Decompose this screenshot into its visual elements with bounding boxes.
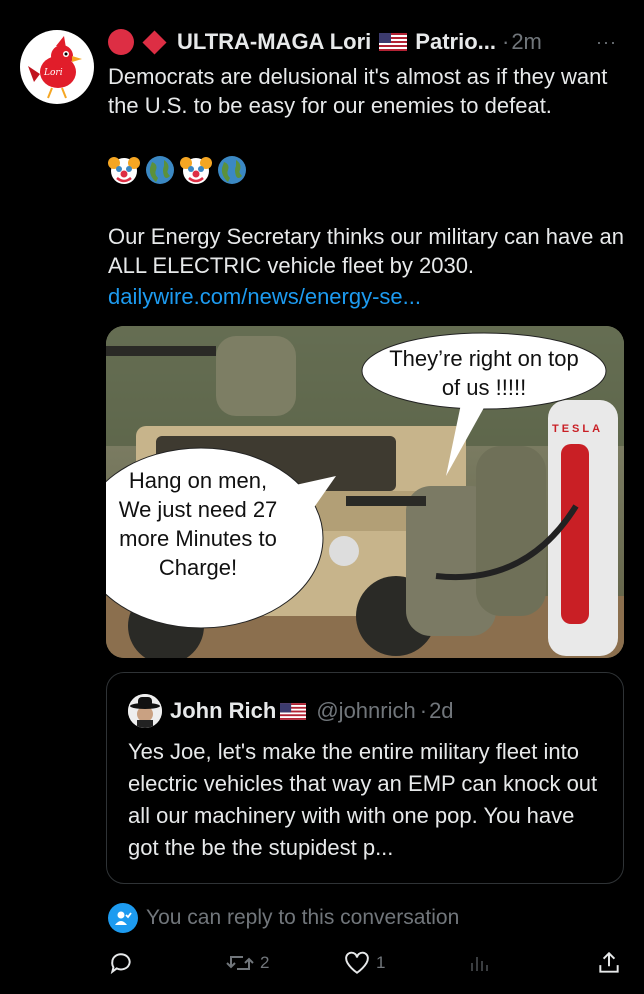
- reply-permission-text: You can reply to this conversation: [146, 906, 460, 929]
- share-button[interactable]: [596, 948, 622, 978]
- separator: ·: [501, 29, 510, 54]
- retweet-button[interactable]: 2: [226, 948, 269, 978]
- heart-icon: [345, 951, 369, 974]
- speech-bubble-left: Hang on men, We just need 27 more Minute…: [118, 468, 278, 580]
- speech-bubble-top: They’re right on top of us !!!!!: [389, 346, 579, 400]
- views-button[interactable]: [468, 948, 492, 978]
- reply-icon: [110, 953, 131, 975]
- author-suffix[interactable]: Patrio...: [415, 29, 496, 55]
- quoted-tweet-text: Yes Joe, let's make the entire military …: [128, 739, 598, 860]
- more-options-icon[interactable]: ···: [596, 32, 617, 53]
- article-link[interactable]: dailywire.com/news/energy-se...: [108, 282, 421, 311]
- cowboy-hat-avatar-icon: [128, 694, 162, 728]
- quoted-tweet-header: John Rich @johnrich · 2d: [128, 693, 454, 729]
- like-count: 1: [376, 953, 386, 972]
- cardinal-bird-icon: [28, 36, 82, 99]
- retweet-icon: [226, 956, 254, 970]
- emoji-row: [108, 154, 248, 186]
- globe-icon: [146, 156, 174, 184]
- tesla-brand: TESLA: [552, 423, 604, 435]
- clown-face-icon: [180, 157, 212, 184]
- separator: ·: [419, 698, 428, 723]
- globe-icon: [218, 156, 246, 184]
- quoted-author-handle[interactable]: @johnrich: [316, 698, 415, 724]
- meme-image[interactable]: They’re right on top of us !!!!! Hang on…: [106, 326, 624, 658]
- tweet-header: ULTRA-MAGA Lori Patrio... · 2m: [108, 27, 542, 57]
- analytics-icon: [471, 957, 488, 971]
- tweet-paragraph-2: Our Energy Secretary thinks our military…: [108, 224, 625, 278]
- us-flag-icon: [280, 702, 307, 720]
- author-name[interactable]: ULTRA-MAGA Lori: [177, 29, 371, 55]
- quoted-author-name[interactable]: John Rich: [170, 698, 276, 724]
- tweet-time[interactable]: 2m: [511, 29, 542, 55]
- author-avatar[interactable]: Lori: [20, 30, 94, 104]
- like-button[interactable]: 1: [344, 948, 385, 978]
- action-bar: 2 1: [108, 948, 624, 978]
- quoted-author-avatar[interactable]: [128, 694, 162, 728]
- clown-face-icon: [108, 157, 140, 184]
- retweet-count: 2: [260, 953, 270, 972]
- tweet-text: Democrats are delusional it's almost as …: [108, 64, 614, 118]
- person-check-icon: [108, 903, 138, 933]
- share-icon: [599, 951, 619, 973]
- us-flag-icon: [379, 33, 408, 51]
- red-diamond-icon: [142, 29, 167, 55]
- reply-permission-note: You can reply to this conversation: [108, 902, 459, 934]
- red-circle-icon: [108, 29, 134, 55]
- avatar-label: Lori: [44, 68, 63, 78]
- quoted-tweet-time: 2d: [429, 698, 454, 723]
- reply-button[interactable]: [108, 948, 140, 978]
